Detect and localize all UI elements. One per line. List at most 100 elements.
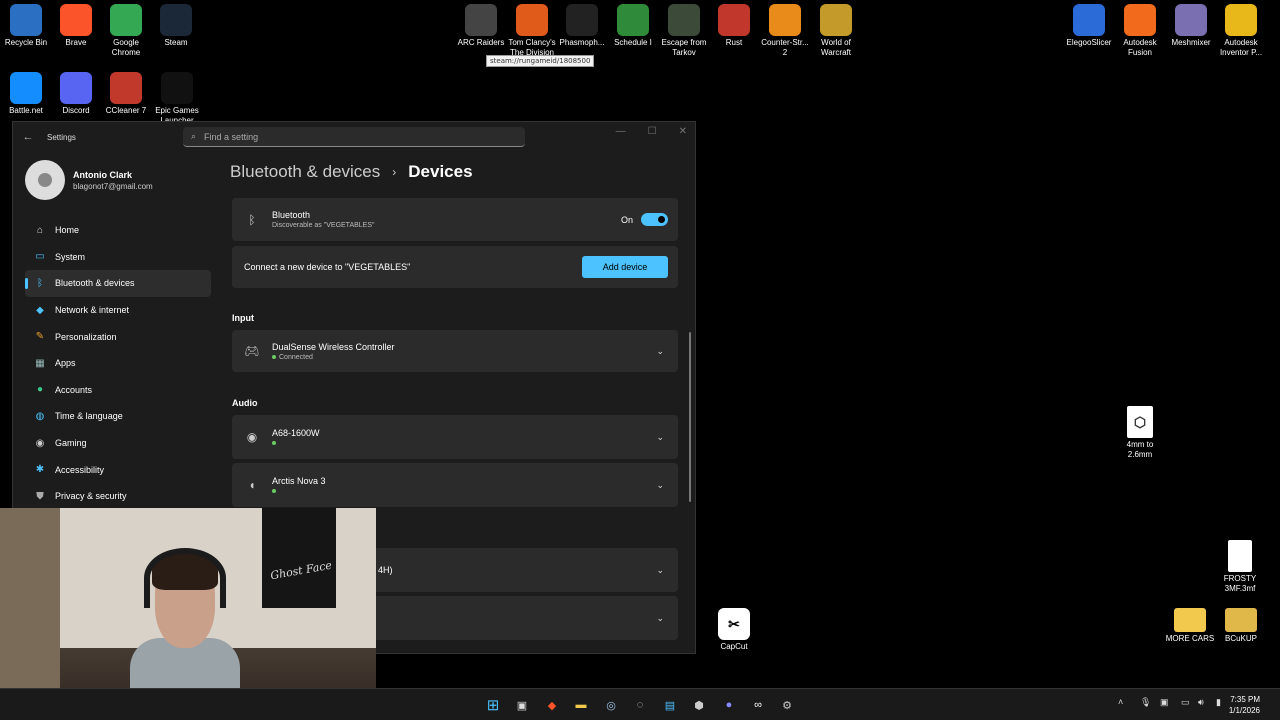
bluetooth-card: ᛒ Bluetooth Discoverable as "VEGETABLES"…	[232, 198, 678, 241]
scrollbar[interactable]	[689, 332, 691, 502]
breadcrumb-parent[interactable]: Bluetooth & devices	[230, 162, 380, 182]
division-image-icon	[516, 4, 548, 36]
sidebar-item-accounts[interactable]: ● Accounts	[25, 377, 211, 404]
notepad-taskbar-icon[interactable]: ▤	[661, 696, 679, 714]
capcut-icon[interactable]: ✂ CapCut	[708, 604, 760, 652]
sidebar-item-gaming[interactable]: ◉ Gaming	[25, 430, 211, 457]
app-taskbar-icon[interactable]: ◌	[631, 696, 649, 714]
user-profile[interactable]: Antonio Clark blagonot7@gmail.com	[25, 160, 153, 200]
discord-icon[interactable]: Discord	[50, 68, 102, 116]
cs2-image-icon	[769, 4, 801, 36]
arc-raiders-icon[interactable]: ARC Raiders	[455, 0, 507, 48]
division-icon[interactable]: Tom Clancy's The Division	[506, 0, 558, 58]
icon-tooltip: steam://rungameid/1808500	[486, 55, 595, 67]
battlenet-icon[interactable]: Battle.net	[0, 68, 52, 116]
close-icon[interactable]: ✕	[679, 126, 687, 137]
brave-icon[interactable]: Brave	[50, 0, 102, 48]
rust-icon[interactable]: Rust	[708, 0, 760, 48]
ccleaner-image-icon	[110, 72, 142, 104]
schedule-i-image-icon	[617, 4, 649, 36]
add-device-button[interactable]: Add device	[582, 256, 668, 278]
sidebar-item-network-internet[interactable]: ◆ Network & internet	[25, 297, 211, 324]
sidebar-item-label: Accounts	[55, 384, 93, 395]
meshmixer-icon[interactable]: Meshmixer	[1165, 0, 1217, 48]
device-dualsense[interactable]: 🎮︎ DualSense Wireless Controller Connect…	[232, 330, 678, 372]
search-input[interactable]: ⌕ Find a setting	[183, 127, 525, 147]
elegooslicer-icon[interactable]: ElegooSlicer	[1063, 0, 1115, 48]
wifi-icon: ◆	[36, 304, 44, 316]
chevron-down-icon[interactable]: ⌄	[656, 613, 664, 624]
ccleaner-icon[interactable]: CCleaner 7	[100, 68, 152, 116]
start-icon[interactable]: ⊞	[484, 696, 502, 714]
headset	[144, 548, 226, 608]
app2-taskbar-icon[interactable]: ⬢	[690, 696, 708, 714]
maximize-icon[interactable]: ☐	[648, 126, 657, 137]
sidebar-item-accessibility[interactable]: ✱ Accessibility	[25, 456, 211, 483]
chrome-icon[interactable]: Google Chrome	[100, 0, 152, 58]
sidebar-item-home[interactable]: ⌂ Home	[25, 217, 211, 244]
device-a68[interactable]: ◉ A68-1600W ⌄	[232, 415, 678, 459]
status-dot	[272, 488, 276, 493]
network-icon[interactable]: ▭	[1181, 697, 1190, 708]
file-3d-icon[interactable]: ⬡ 4mm to 2.6mm	[1114, 402, 1166, 460]
system-icon: ▭	[35, 251, 45, 263]
phasmophobia-icon[interactable]: Phasmoph...	[556, 0, 608, 48]
device-name: A68-1600W	[272, 427, 320, 438]
device-arctis[interactable]: ◖ Arctis Nova 3 ⌄	[232, 463, 678, 507]
time: 7:35 PM	[1230, 695, 1260, 704]
back-arrow-icon[interactable]: ←	[13, 131, 43, 143]
sidebar-item-apps[interactable]: ▦ Apps	[25, 350, 211, 377]
wow-image-icon	[820, 4, 852, 36]
task-view-icon[interactable]: ▣	[513, 696, 531, 714]
elegoo-taskbar-icon[interactable]: ∞	[749, 696, 767, 714]
desktop-icon-label: Discord	[62, 106, 90, 115]
sidebar-item-bluetooth-devices[interactable]: ᛒ Bluetooth & devices	[25, 270, 211, 297]
file-explorer-icon[interactable]: ▬	[572, 696, 590, 714]
chevron-down-icon[interactable]: ⌄	[656, 432, 664, 443]
headphones-icon: ◖	[248, 478, 256, 492]
gaming-icon: ◉	[35, 437, 45, 449]
sidebar-item-privacy-security[interactable]: ⛊ Privacy & security	[25, 483, 211, 510]
wow-icon[interactable]: World of Warcraft	[810, 0, 862, 58]
tray-app-icon[interactable]: ▣	[1160, 697, 1169, 708]
recycle-bin-icon[interactable]: Recycle Bin	[0, 0, 52, 48]
folder-bcukup-icon[interactable]: BCuKUP	[1215, 604, 1267, 644]
sidebar-nav: ⌂ Home ▭ System ᛒ Bluetooth & devices ◆ Network…	[25, 217, 211, 510]
discord-taskbar-icon[interactable]: ●	[720, 696, 738, 714]
schedule-i-icon[interactable]: Schedule I	[607, 0, 659, 48]
desktop-icon-label: CCleaner 7	[105, 106, 147, 115]
brave-taskbar-icon[interactable]: ◆	[543, 696, 561, 714]
cs2-icon[interactable]: Counter-Str... 2	[759, 0, 811, 58]
connect-card: Connect a new device to "VEGETABLES" Add…	[232, 246, 678, 288]
sidebar-item-label: Network & internet	[55, 305, 130, 316]
tarkov-icon[interactable]: Escape from Tarkov	[658, 0, 710, 58]
steam-icon[interactable]: Steam	[150, 0, 202, 48]
epic-games-icon[interactable]: Epic Games Launcher	[151, 68, 203, 126]
file-3mf-icon[interactable]: FROSTY 3MF.3mf	[1214, 536, 1266, 594]
window-controls: — ☐ ✕	[616, 126, 687, 137]
minimize-icon[interactable]: —	[616, 126, 626, 137]
brush-icon: ✎	[35, 331, 45, 343]
chevron-down-icon[interactable]: ⌄	[656, 480, 664, 491]
microphone-icon[interactable]: 🎙︎	[1140, 697, 1151, 708]
chevron-down-icon[interactable]: ⌄	[656, 565, 664, 576]
volume-icon[interactable]: 🔊︎	[1198, 697, 1204, 708]
sidebar-item-personalization[interactable]: ✎ Personalization	[25, 323, 211, 350]
inventor-image-icon	[1225, 4, 1257, 36]
battery-icon[interactable]: ▮	[1216, 697, 1221, 708]
steam-taskbar-icon[interactable]: ◎	[602, 696, 620, 714]
chevron-down-icon[interactable]: ⌄	[656, 346, 664, 357]
status-dot	[272, 440, 276, 445]
fusion-icon[interactable]: Autodesk Fusion	[1114, 0, 1166, 58]
sidebar-item-time-language[interactable]: ◍ Time & language	[25, 403, 211, 430]
settings-taskbar-icon[interactable]: ⚙	[778, 696, 796, 714]
sidebar-item-system[interactable]: ▭ System	[25, 244, 211, 271]
folder-more-cars-icon[interactable]: MORE CARS	[1164, 604, 1216, 644]
inventor-icon[interactable]: Autodesk Inventor P...	[1215, 0, 1267, 58]
sidebar-item-label: Privacy & security	[55, 491, 127, 502]
gamepad-icon: 🎮︎	[244, 344, 260, 358]
bluetooth-toggle[interactable]	[641, 213, 668, 226]
chevron-up-icon[interactable]: ˄	[1118, 697, 1123, 707]
clock[interactable]: 7:35 PM 1/1/2026	[1229, 694, 1260, 716]
bluetooth-icon: ᛒ	[248, 212, 256, 227]
